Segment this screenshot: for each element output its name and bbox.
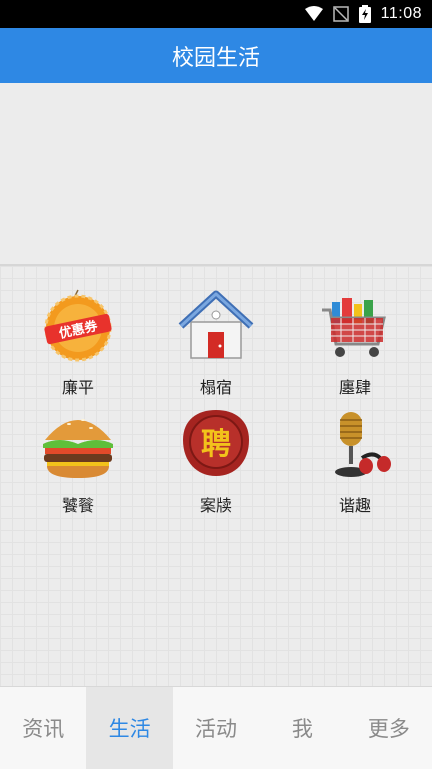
service-grid: 优惠券 廉平 榻宿 廛肆 饕餮 聘 案牍 谐趣 [0,266,432,686]
grid-item-label: 饕餮 [61,496,94,515]
hiring-seal-icon: 聘 [183,410,249,476]
grid-item-food[interactable]: 饕餮 [18,406,138,516]
tab-activities[interactable]: 活动 [173,687,259,769]
status-time: 11:08 [380,5,422,22]
tab-me[interactable]: 我 [259,687,345,769]
battery-charging-icon [358,5,371,23]
grid-item-jobs[interactable]: 聘 案牍 [156,406,276,516]
grid-item-fun[interactable]: 谐趣 [295,406,415,516]
status-bar: 11:08 [0,0,432,28]
grid-item-lodging[interactable]: 榻宿 [156,288,276,398]
grid-item-label: 谐趣 [338,496,371,515]
shopping-cart-icon [322,298,386,357]
grid-item-coupon[interactable]: 优惠券 廉平 [18,288,138,398]
no-signal-icon [332,6,349,22]
app-bar: 校园生活 [0,28,432,83]
seal-icon-text: 聘 [201,427,231,462]
tab-more[interactable]: 更多 [346,687,432,769]
banner-area[interactable] [0,83,432,266]
microphone-icon [335,412,391,477]
page-title: 校园生活 [171,45,260,71]
grid-item-label: 榻宿 [199,378,232,397]
house-icon [178,290,254,359]
tab-news[interactable]: 资讯 [0,687,86,769]
bottom-nav: 资讯 生活 活动 我 更多 [0,686,432,769]
grid-item-label: 廛肆 [338,378,371,397]
wifi-icon [304,6,323,21]
grid-item-label: 案牍 [199,496,232,515]
grid-item-label: 廉平 [61,378,94,397]
status-icons: 11:08 [304,4,422,24]
tab-life[interactable]: 生活 [86,687,173,769]
burger-icon [43,419,113,478]
grid-item-shop[interactable]: 廛肆 [295,288,415,398]
coupon-icon: 优惠券 [44,289,112,362]
